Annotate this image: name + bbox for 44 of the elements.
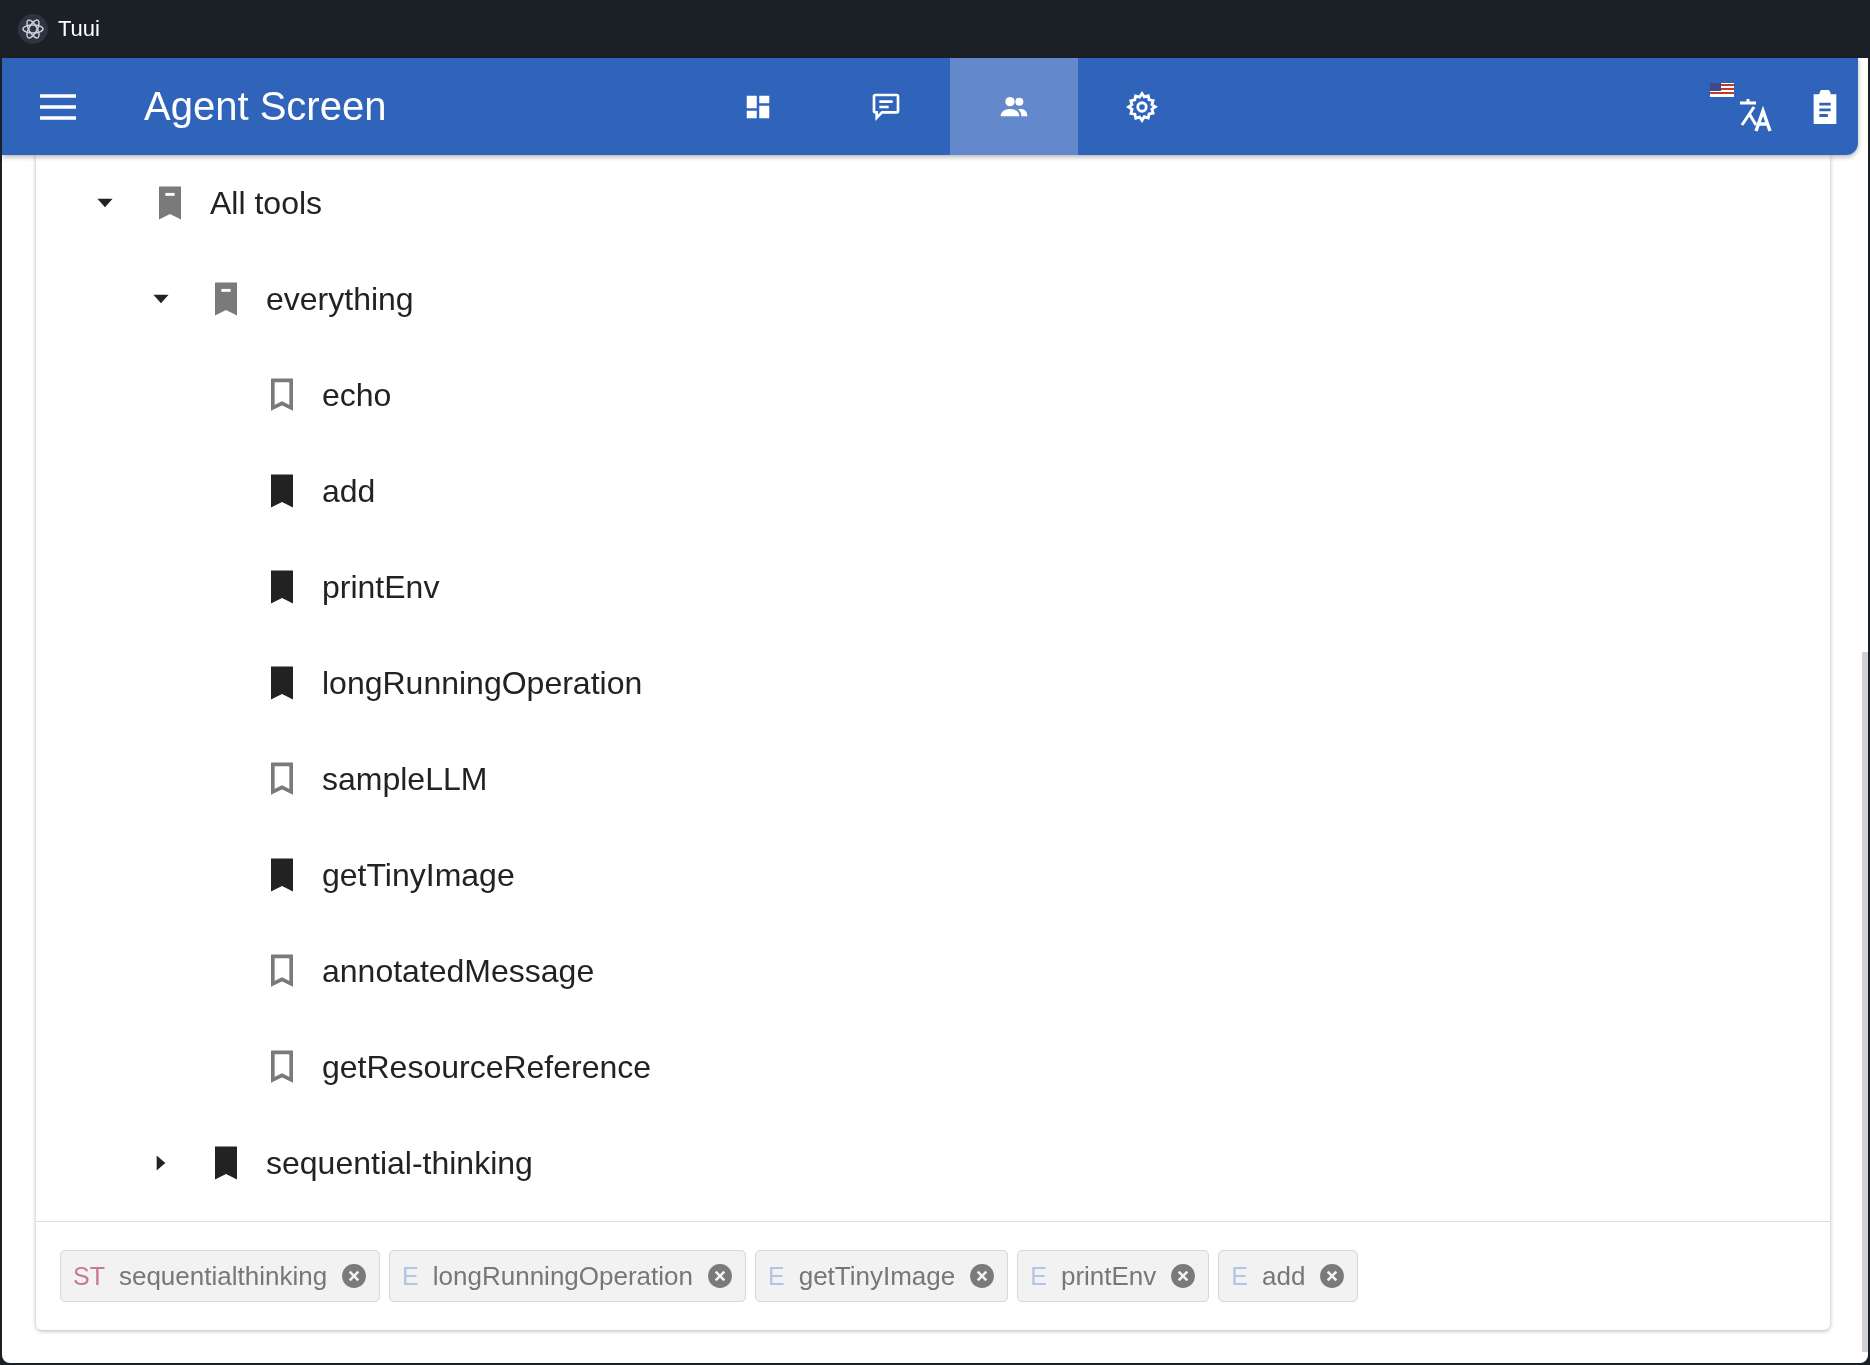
chip-label: sequentialthinking bbox=[118, 1260, 328, 1292]
tree-item-label[interactable]: annotatedMessage bbox=[322, 952, 595, 990]
close-icon bbox=[969, 1263, 996, 1289]
close-icon bbox=[341, 1263, 368, 1289]
chip-prefix: E bbox=[768, 1261, 785, 1291]
tool-chip[interactable]: E longRunningOperation bbox=[389, 1250, 746, 1302]
window-title: Tuui bbox=[58, 16, 100, 42]
close-icon bbox=[1319, 1263, 1346, 1289]
tree-item-label[interactable]: getResourceReference bbox=[322, 1048, 652, 1086]
remove-chip-button[interactable] bbox=[969, 1263, 996, 1289]
chip-label: add bbox=[1262, 1260, 1306, 1292]
tree-item-label[interactable]: printEnv bbox=[322, 568, 440, 606]
chip-prefix: E bbox=[402, 1261, 419, 1291]
chip-label: printEnv bbox=[1060, 1260, 1157, 1292]
tool-chip[interactable]: E add bbox=[1218, 1250, 1359, 1302]
tree-item-label[interactable]: echo bbox=[322, 376, 392, 414]
tree-item-label[interactable]: add bbox=[322, 472, 376, 510]
remove-chip-button[interactable] bbox=[341, 1263, 368, 1289]
tree-item-label[interactable]: sampleLLM bbox=[322, 760, 488, 798]
app-logo-icon bbox=[18, 14, 48, 44]
chip-prefix: E bbox=[1030, 1261, 1047, 1291]
chip-label: longRunningOperation bbox=[432, 1260, 693, 1292]
tree-item-label[interactable]: getTinyImage bbox=[322, 856, 515, 894]
remove-chip-button[interactable] bbox=[1319, 1263, 1346, 1289]
tool-chip[interactable]: E getTinyImage bbox=[755, 1250, 1009, 1302]
chip-label: getTinyImage bbox=[798, 1260, 956, 1292]
close-icon bbox=[1170, 1263, 1197, 1289]
tool-chip[interactable]: E printEnv bbox=[1017, 1250, 1210, 1302]
gear-icon bbox=[1125, 89, 1159, 124]
tree-item-label[interactable]: All tools bbox=[210, 184, 323, 222]
scrollbar[interactable] bbox=[1862, 652, 1868, 1352]
chip-prefix: E bbox=[1231, 1261, 1248, 1291]
close-icon bbox=[707, 1263, 733, 1289]
tree-item-label[interactable]: everything bbox=[266, 280, 414, 318]
remove-chip-button[interactable] bbox=[1170, 1263, 1197, 1289]
remove-chip-button[interactable] bbox=[707, 1263, 733, 1289]
app-title: Agent Screen bbox=[143, 83, 388, 130]
chip-prefix: ST bbox=[73, 1261, 105, 1291]
nav-tab[interactable] bbox=[950, 58, 1078, 155]
menu-icon bbox=[39, 92, 77, 121]
flag-translate-icon bbox=[1710, 80, 1774, 133]
tool-chip[interactable]: ST sequentialthinking bbox=[60, 1250, 381, 1302]
tree-item-label[interactable]: sequential-thinking bbox=[266, 1144, 533, 1182]
tree-item-label[interactable]: longRunningOperation bbox=[322, 664, 643, 702]
